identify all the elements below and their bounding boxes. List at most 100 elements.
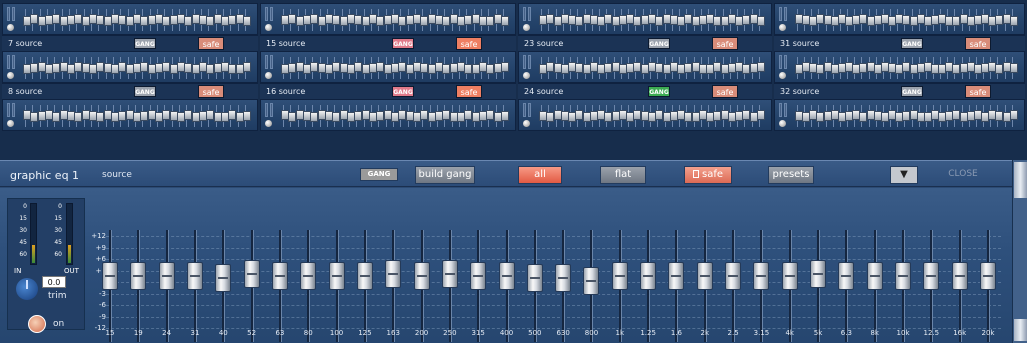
channel-safe-button[interactable]: safe [198,85,224,98]
fader-cap[interactable] [102,262,118,290]
channel-on-icon[interactable] [265,72,272,79]
eq-band-fader[interactable] [328,230,345,342]
eq-band-fader[interactable] [441,230,458,342]
eq-band-fader[interactable] [696,230,713,342]
channel-on-icon[interactable] [265,24,272,31]
eq-band-fader[interactable] [498,230,515,342]
channel-safe-button[interactable]: safe [712,37,738,50]
channel-strip[interactable] [2,3,258,35]
fader-cap[interactable] [356,262,373,290]
eq-band-fader[interactable] [583,230,600,342]
flat-button[interactable]: flat [600,166,646,184]
fader-cap[interactable] [725,262,742,290]
eq-band-fader[interactable] [385,230,402,342]
fader-cap[interactable] [130,262,147,290]
fader-cap[interactable] [583,266,600,295]
channel-gang-button[interactable]: GANG [392,38,414,49]
eq-band-fader[interactable] [895,230,912,342]
channel-safe-button[interactable]: safe [965,85,991,98]
fader-cap[interactable] [753,262,770,290]
scroll-down-arrow[interactable] [1014,319,1027,341]
eq-band-fader[interactable] [470,230,487,342]
eq-band-fader[interactable] [951,230,968,342]
safe-button[interactable]: safe [684,166,732,184]
channel-on-icon[interactable] [7,24,14,31]
close-button[interactable]: CLOSE [938,166,988,184]
presets-button[interactable]: presets [768,166,814,184]
eq-band-fader[interactable] [130,230,147,342]
channel-gang-button[interactable]: GANG [901,38,923,49]
trim-value-field[interactable]: 0.0 [42,276,66,288]
eq-band-fader[interactable] [271,230,288,342]
fader-cap[interactable] [866,262,883,290]
fader-cap[interactable] [441,259,458,288]
channel-on-icon[interactable] [523,120,530,127]
fader-cap[interactable] [696,262,713,290]
channel-on-icon[interactable] [523,72,530,79]
channel-safe-button[interactable]: safe [198,37,224,50]
eq-band-fader[interactable] [640,230,657,342]
fader-cap[interactable] [498,262,515,290]
build-gang-button[interactable]: build gang [415,166,475,184]
channel-on-icon[interactable] [7,120,14,127]
fader-cap[interactable] [470,262,487,290]
channel-safe-button[interactable]: safe [712,85,738,98]
fader-cap[interactable] [668,262,685,290]
fader-cap[interactable] [526,264,543,293]
channel-strip[interactable] [774,99,1025,131]
fader-cap[interactable] [186,262,203,290]
channel-strip[interactable] [260,51,516,83]
channel-on-icon[interactable] [779,72,786,79]
eq-band-fader[interactable] [980,230,996,342]
channel-gang-button[interactable]: GANG [134,38,156,49]
fader-cap[interactable] [895,262,912,290]
eq-band-fader[interactable] [555,230,572,342]
fader-cap[interactable] [923,262,940,290]
all-button[interactable]: all [518,166,562,184]
eq-band-fader[interactable] [158,230,175,342]
eq-band-fader[interactable] [186,230,203,342]
fader-cap[interactable] [328,262,345,290]
eq-band-fader[interactable] [243,230,260,342]
channel-on-icon[interactable] [7,72,14,79]
scroll-up-arrow[interactable] [1014,162,1027,184]
eq-band-fader[interactable] [866,230,883,342]
channel-gang-button[interactable]: GANG [392,86,414,97]
fader-cap[interactable] [243,259,260,288]
trim-knob[interactable] [16,278,38,300]
gang-button[interactable]: GANG [360,168,398,181]
channel-safe-button[interactable]: safe [965,37,991,50]
eq-band-fader[interactable] [413,230,430,342]
channel-strip[interactable] [2,99,258,131]
channel-strip[interactable] [260,3,516,35]
channel-gang-button[interactable]: GANG [134,86,156,97]
channel-strip[interactable] [2,51,258,83]
fader-cap[interactable] [838,262,855,290]
fader-cap[interactable] [810,259,827,288]
eq-band-fader[interactable] [668,230,685,342]
fader-cap[interactable] [611,262,628,290]
fader-cap[interactable] [271,262,288,290]
fader-cap[interactable] [951,262,968,290]
fader-cap[interactable] [781,262,798,290]
eq-band-fader[interactable] [725,230,742,342]
channel-strip[interactable] [518,3,772,35]
channel-on-icon[interactable] [523,24,530,31]
eq-band-fader[interactable] [102,230,118,342]
eq-band-fader[interactable] [215,230,232,342]
channel-gang-button[interactable]: GANG [648,86,670,97]
channel-on-icon[interactable] [779,120,786,127]
channel-on-icon[interactable] [265,120,272,127]
eq-band-fader[interactable] [923,230,940,342]
fader-cap[interactable] [980,262,996,290]
eq-band-fader[interactable] [753,230,770,342]
dropdown-button[interactable]: ▼ [890,166,918,184]
fader-cap[interactable] [640,262,657,290]
channel-on-icon[interactable] [779,24,786,31]
fader-cap[interactable] [215,264,232,293]
channel-safe-button[interactable]: safe [456,85,482,98]
eq-band-fader[interactable] [781,230,798,342]
channel-strip[interactable] [518,99,772,131]
channel-strip[interactable] [260,99,516,131]
fader-cap[interactable] [555,264,572,293]
